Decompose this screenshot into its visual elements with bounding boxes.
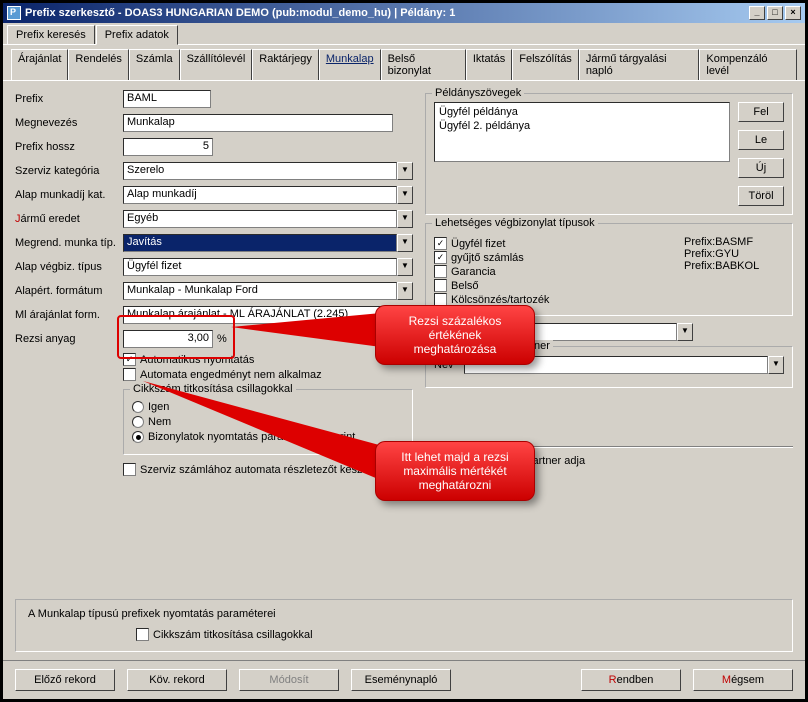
app-window: Prefix szerkesztő - DOAS3 HUNGARIAN DEMO… xyxy=(2,2,806,700)
fel-button[interactable]: Fel xyxy=(738,102,784,122)
radio-nem[interactable] xyxy=(132,416,144,428)
szerviz-szla-checkbox[interactable] xyxy=(123,463,136,476)
peldany-listbox[interactable]: Ügyfél példánya Ügyfél 2. példánya xyxy=(434,102,730,162)
sub-tab-row: Árajánlat Rendelés Számla Szállítólevél … xyxy=(3,44,805,80)
vegbiz-tipus-legend: Lehetséges végbizonylat típusok xyxy=(432,217,598,229)
hossz-input[interactable]: 5 xyxy=(123,138,213,156)
szerviz-label: Szerviz kategória xyxy=(15,165,123,177)
cikkszam-group: Cikkszám titkosítása csillagokkal Igen N… xyxy=(123,389,413,455)
jarmu-label: Jármű eredet xyxy=(15,213,123,225)
megnevezes-label: Megnevezés xyxy=(15,117,123,129)
callout-max: Itt lehet majd a rezsi maximális mértéké… xyxy=(375,441,535,501)
subtab-raktarjegy[interactable]: Raktárjegy xyxy=(252,49,319,80)
vegbiz-dropdown[interactable]: Ügyfél fizet▼ xyxy=(123,258,413,276)
vb-cb-1[interactable]: ✓ xyxy=(434,251,447,264)
subtab-szamla[interactable]: Számla xyxy=(129,49,180,80)
print-cikkszam-label: Cikkszám titkosítása csillagokkal xyxy=(153,629,313,641)
subtab-rendeles[interactable]: Rendelés xyxy=(68,49,128,80)
minimize-button[interactable]: _ xyxy=(749,6,765,20)
subtab-jarmu-naplo[interactable]: Jármű tárgyalási napló xyxy=(579,49,700,80)
rendben-button[interactable]: Rendben xyxy=(581,669,681,691)
auto-engedmeny-label: Automata engedményt nem alkalmaz xyxy=(140,369,322,381)
form-content: PrefixBAML MegnevezésMunkalap Prefix hos… xyxy=(3,80,805,660)
subtab-kompenzalo[interactable]: Kompenzáló levél xyxy=(699,49,797,80)
rezsi-label: Rezsi anyag xyxy=(15,333,123,345)
prefix-input[interactable]: BAML xyxy=(123,90,211,108)
list-item[interactable]: Ügyfél példánya xyxy=(437,105,727,119)
chevron-down-icon[interactable]: ▼ xyxy=(768,356,784,374)
kov-button[interactable]: Köv. rekord xyxy=(127,669,227,691)
subtab-iktatas[interactable]: Iktatás xyxy=(466,49,512,80)
subtab-arajanlat[interactable]: Árajánlat xyxy=(11,49,68,80)
elozo-button[interactable]: Előző rekord xyxy=(15,669,115,691)
alapert-label: Alapért. formátum xyxy=(15,285,123,297)
tab-prefix-kereses[interactable]: Prefix keresés xyxy=(7,25,95,44)
cikkszam-legend: Cikkszám titkosítása csillagokkal xyxy=(130,383,296,395)
print-section-title: A Munkalap típusú prefixek nyomtatás par… xyxy=(28,608,780,620)
chevron-down-icon[interactable]: ▼ xyxy=(397,258,413,276)
alapmunka-label: Alap munkadíj kat. xyxy=(15,189,123,201)
megrend-dropdown[interactable]: Javítás▼ xyxy=(123,234,413,252)
prefix-label: Prefix xyxy=(15,93,123,105)
chevron-down-icon[interactable]: ▼ xyxy=(397,186,413,204)
main-tab-row: Prefix keresés Prefix adatok xyxy=(3,23,805,44)
list-item[interactable]: Ügyfél 2. példánya xyxy=(437,119,727,133)
print-cikkszam-checkbox[interactable] xyxy=(136,628,149,641)
vb-cb-2[interactable] xyxy=(434,265,447,278)
subtab-felszolitas[interactable]: Felszólítás xyxy=(512,49,579,80)
titlebar: Prefix szerkesztő - DOAS3 HUNGARIAN DEMO… xyxy=(3,3,805,23)
chevron-down-icon[interactable]: ▼ xyxy=(397,282,413,300)
radio-bizonylat[interactable] xyxy=(132,431,144,443)
maximize-button[interactable]: □ xyxy=(767,6,783,20)
modosit-button[interactable]: Módosít xyxy=(239,669,339,691)
peldany-legend: Példányszövegek xyxy=(432,87,524,99)
window-title: Prefix szerkesztő - DOAS3 HUNGARIAN DEMO… xyxy=(25,7,455,19)
szerviz-dropdown[interactable]: Szerelo▼ xyxy=(123,162,413,180)
alapmunka-dropdown[interactable]: Alap munkadíj▼ xyxy=(123,186,413,204)
peldany-group: Példányszövegek Ügyfél példánya Ügyfél 2… xyxy=(425,93,793,215)
chevron-down-icon[interactable]: ▼ xyxy=(397,234,413,252)
torol-button[interactable]: Töröl xyxy=(738,186,784,206)
highlight-rezsi xyxy=(117,315,235,359)
chevron-down-icon[interactable]: ▼ xyxy=(397,162,413,180)
close-button[interactable]: × xyxy=(785,6,801,20)
esemeny-button[interactable]: Eseménynapló xyxy=(351,669,451,691)
mlaraj-label: Ml árajánlat form. xyxy=(15,309,123,321)
megsem-button[interactable]: Mégsem xyxy=(693,669,793,691)
auto-engedmeny-checkbox[interactable] xyxy=(123,368,136,381)
vegbiz-label: Alap végbiz. típus xyxy=(15,261,123,273)
radio-igen[interactable] xyxy=(132,401,144,413)
chevron-down-icon[interactable]: ▼ xyxy=(677,323,693,341)
app-icon xyxy=(7,6,21,20)
szerviz-szla-label: Szerviz számlához automata részletezőt k… xyxy=(140,464,369,476)
subtab-munkalap[interactable]: Munkalap xyxy=(319,49,381,81)
print-params-section: A Munkalap típusú prefixek nyomtatás par… xyxy=(15,599,793,652)
megrend-label: Megrend. munka típ. xyxy=(15,237,123,249)
jarmu-dropdown[interactable]: Egyéb▼ xyxy=(123,210,413,228)
vb-cb-3[interactable] xyxy=(434,279,447,292)
vb-cb-0[interactable]: ✓ xyxy=(434,237,447,250)
megnevezes-input[interactable]: Munkalap xyxy=(123,114,393,132)
tab-prefix-adatok[interactable]: Prefix adatok xyxy=(96,25,178,45)
hossz-label: Prefix hossz xyxy=(15,141,123,153)
subtab-belso[interactable]: Belső bizonylat xyxy=(381,49,466,80)
subtab-szallitolevel[interactable]: Szállítólevél xyxy=(180,49,253,80)
vegbiz-tipus-group: Lehetséges végbizonylat típusok ✓Ügyfél … xyxy=(425,223,793,316)
vb-prefix-4: Prefix:BABKOL xyxy=(684,260,784,272)
alapert-dropdown[interactable]: Munkalap - Munkalap Ford▼ xyxy=(123,282,413,300)
le-button[interactable]: Le xyxy=(738,130,784,150)
chevron-down-icon[interactable]: ▼ xyxy=(397,210,413,228)
footer-bar: Előző rekord Köv. rekord Módosít Esemény… xyxy=(3,660,805,699)
vb-prefix-1: Prefix:GYU xyxy=(684,248,784,260)
callout-rezsi: Rezsi százalékos értékének meghatározása xyxy=(375,305,535,365)
vb-prefix-0: Prefix:BASMF xyxy=(684,236,784,248)
uj-button[interactable]: Új xyxy=(738,158,784,178)
